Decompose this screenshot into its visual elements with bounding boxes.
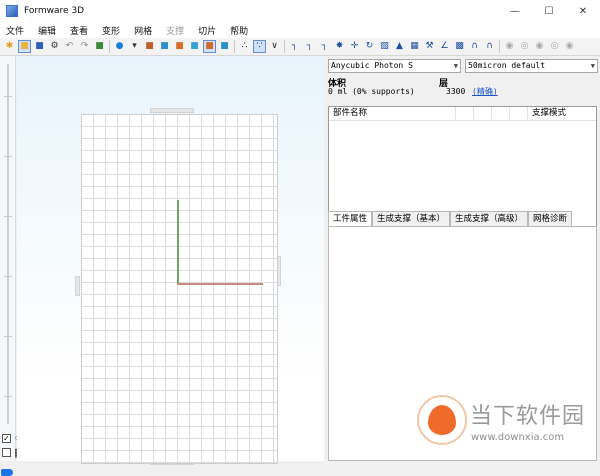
- toolbar-separator: [284, 40, 285, 53]
- plate-top-tab: [150, 108, 194, 113]
- undo-icon[interactable]: ↶: [63, 40, 76, 53]
- menu-view[interactable]: 查看: [70, 24, 88, 37]
- align-floor-icon[interactable]: ┐: [288, 40, 301, 53]
- redo-icon[interactable]: ↷: [78, 40, 91, 53]
- menu-bar: 文件 编辑 查看 变形 网格 支撑 切片 帮助: [0, 22, 600, 38]
- slider-tick: [4, 156, 12, 157]
- new-file-icon[interactable]: ✱: [3, 40, 16, 53]
- slider-tick: [4, 276, 12, 277]
- view-bottom-icon[interactable]: ■: [218, 40, 231, 53]
- warning-triangle-icon[interactable]: ▲: [393, 40, 406, 53]
- show-grid-checkbox[interactable]: [2, 448, 11, 457]
- title-bar: Formware 3D — ☐ ✕: [0, 0, 600, 22]
- menu-slice[interactable]: 切片: [198, 24, 216, 37]
- rotate-tool-icon[interactable]: ✸: [333, 40, 346, 53]
- menu-support[interactable]: 支撑: [166, 24, 184, 37]
- printer-select-value: Anycubic Photon S: [331, 61, 413, 70]
- support-disabled-4-icon[interactable]: ◎: [548, 40, 561, 53]
- move-tool-icon[interactable]: ✛: [348, 40, 361, 53]
- window-controls: — ☐ ✕: [498, 0, 600, 22]
- maximize-button[interactable]: ☐: [532, 0, 566, 22]
- qr-grid-icon[interactable]: ▩: [453, 40, 466, 53]
- support-disabled-1-icon[interactable]: ◉: [503, 40, 516, 53]
- view-top-icon[interactable]: ■: [188, 40, 201, 53]
- col-part-name[interactable]: 部件名称: [329, 107, 456, 121]
- watermark-url: www.downxia.com: [471, 432, 565, 443]
- profile-select[interactable]: 50micron default ▼: [465, 59, 598, 73]
- build-plate-grid: [81, 114, 278, 464]
- parts-list-header: 部件名称 支撑模式: [329, 107, 596, 121]
- chevron-down-icon: ▼: [590, 62, 595, 70]
- toolbar-separator: [109, 40, 110, 53]
- copy-icon[interactable]: ■: [93, 40, 106, 53]
- col-support-mode[interactable]: 支撑模式: [528, 107, 598, 121]
- slider-tick: [4, 336, 12, 337]
- grid-mesh-icon[interactable]: ▦: [408, 40, 421, 53]
- view-back-icon[interactable]: ■: [203, 40, 216, 53]
- properties-tabs: 工件属性 生成支撑（基本） 生成支撑（高级） 网格诊断: [328, 211, 573, 226]
- plate-left-tab: [75, 276, 80, 296]
- align-left-icon[interactable]: ┐: [303, 40, 316, 53]
- printer-select[interactable]: Anycubic Photon S ▼: [328, 59, 461, 73]
- x-axis-line: [177, 283, 263, 285]
- col-blank-2[interactable]: [474, 107, 492, 121]
- menu-transform[interactable]: 变形: [102, 24, 120, 37]
- view-iso-icon[interactable]: ■: [143, 40, 156, 53]
- show-supports-checkbox[interactable]: ✓: [2, 434, 11, 443]
- layers-value: 3300: [446, 87, 466, 96]
- support-disabled-5-icon[interactable]: ◉: [563, 40, 576, 53]
- measure-icon[interactable]: ∠: [438, 40, 451, 53]
- layer-slider-track[interactable]: [7, 64, 9, 424]
- col-blank-4[interactable]: [510, 107, 528, 121]
- arch-plus-icon[interactable]: ∩: [483, 40, 496, 53]
- profile-select-value: 50micron default: [468, 61, 546, 70]
- chevron-down-icon[interactable]: ▾: [128, 40, 141, 53]
- points-branch-icon[interactable]: ∨: [268, 40, 281, 53]
- tab-mesh-diagnosis[interactable]: 网格诊断: [528, 211, 573, 226]
- toolbar-separator: [234, 40, 235, 53]
- view-side-icon[interactable]: ■: [173, 40, 186, 53]
- view-front-icon[interactable]: ■: [158, 40, 171, 53]
- tab-support-advanced[interactable]: 生成支撑（高级）: [450, 211, 529, 226]
- col-blank-1[interactable]: [456, 107, 474, 121]
- save-icon[interactable]: ■: [33, 40, 46, 53]
- menu-edit[interactable]: 编辑: [38, 24, 56, 37]
- minimize-button[interactable]: —: [498, 0, 532, 22]
- y-axis-line: [177, 200, 179, 284]
- align-center-icon[interactable]: ┐: [318, 40, 331, 53]
- window-title: Formware 3D: [24, 6, 85, 16]
- arch-icon[interactable]: ∩: [468, 40, 481, 53]
- toolbar: ✱ ■ ■ ⚙ ↶ ↷ ■ ● ▾ ■ ■ ■ ■ ■ ■ ∴ ∵ ∨ ┐ ┐ ┐ ✸ ✛ ↻ ▧ ▲ ▦ ⚒ ∠ ▩ ∩ ∩ ◉ ◎ ◉ ◎ ◉: [0, 38, 600, 56]
- tab-support-basic[interactable]: 生成支撑（基本）: [372, 211, 451, 226]
- tab-part-properties[interactable]: 工件属性: [328, 211, 373, 226]
- points-select-icon[interactable]: ∵: [253, 40, 266, 53]
- menu-file[interactable]: 文件: [6, 24, 24, 37]
- hammer-icon[interactable]: ⚒: [423, 40, 436, 53]
- close-button[interactable]: ✕: [566, 0, 600, 22]
- support-disabled-2-icon[interactable]: ◎: [518, 40, 531, 53]
- volume-value: 0 ml (0% supports): [328, 87, 415, 96]
- points-mode-icon[interactable]: ∴: [238, 40, 251, 53]
- cube-grid-icon[interactable]: ▧: [378, 40, 391, 53]
- layer-slider-strip: ✓: [0, 56, 16, 476]
- layer-slider-thumb[interactable]: [1, 469, 13, 476]
- watermark-logo: [417, 395, 467, 445]
- support-disabled-3-icon[interactable]: ◉: [533, 40, 546, 53]
- col-blank-3[interactable]: [492, 107, 510, 121]
- chevron-down-icon: ▼: [453, 62, 458, 70]
- layers-accurate-link[interactable]: (精确): [472, 86, 498, 97]
- open-folder-icon[interactable]: ■: [18, 40, 31, 53]
- toolbar-separator: [499, 40, 500, 53]
- slider-tick: [4, 396, 12, 397]
- watermark-text: 当下软件园: [470, 404, 586, 429]
- menu-mesh[interactable]: 网格: [134, 24, 152, 37]
- reload-icon[interactable]: ↻: [363, 40, 376, 53]
- viewport-3d[interactable]: [17, 56, 324, 465]
- settings-gear-icon[interactable]: ⚙: [48, 40, 61, 53]
- slider-tick: [4, 96, 12, 97]
- slider-tick: [4, 216, 12, 217]
- menu-help[interactable]: 帮助: [230, 24, 248, 37]
- sphere-dropdown-icon[interactable]: ●: [113, 40, 126, 53]
- app-logo-icon: [6, 5, 18, 17]
